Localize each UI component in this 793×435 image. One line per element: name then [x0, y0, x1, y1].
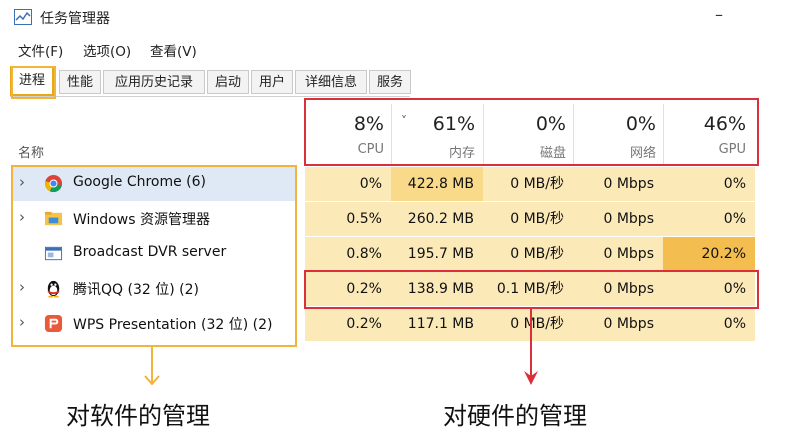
column-name-header[interactable]: 名称	[18, 142, 44, 161]
software-management-caption: 对软件的管理	[66, 402, 210, 430]
menu-view[interactable]: 查看(V)	[150, 40, 197, 60]
network-cell: 0 Mbps	[573, 307, 663, 341]
memory-cell: 117.1 MB	[391, 307, 483, 341]
tab-startup[interactable]: 启动	[207, 70, 249, 94]
title-bar: 任务管理器 –	[0, 0, 793, 36]
qq-row-highlight	[304, 270, 759, 309]
menu-file[interactable]: 文件(F)	[18, 40, 63, 60]
task-manager-icon	[14, 9, 32, 25]
memory-cell: 195.7 MB	[391, 237, 483, 271]
tab-services[interactable]: 服务	[369, 70, 411, 94]
hardware-management-caption: 对硬件的管理	[443, 402, 587, 430]
gpu-cell: 0%	[663, 307, 755, 341]
tab-bar: 进程 性能 应用历史记录 启动 用户 详细信息 服务	[10, 66, 411, 96]
minimize-button[interactable]: –	[708, 2, 730, 28]
software-list-highlight	[11, 165, 297, 347]
memory-cell: 422.8 MB	[391, 167, 483, 201]
disk-cell: 0 MB/秒	[483, 202, 573, 236]
network-cell: 0 Mbps	[573, 202, 663, 236]
cpu-cell: 0.2%	[305, 307, 391, 341]
gpu-cell: 0%	[663, 202, 755, 236]
tab-details[interactable]: 详细信息	[295, 70, 367, 94]
software-arrow	[144, 347, 160, 386]
disk-cell: 0 MB/秒	[483, 237, 573, 271]
hardware-arrow	[524, 309, 538, 385]
cpu-cell: 0.5%	[305, 202, 391, 236]
tab-divider	[10, 96, 410, 97]
processes-tab-highlight	[11, 66, 56, 99]
hardware-columns-highlight	[304, 98, 759, 166]
network-cell: 0 Mbps	[573, 237, 663, 271]
disk-cell: 0 MB/秒	[483, 167, 573, 201]
tab-performance[interactable]: 性能	[59, 70, 101, 94]
window-title: 任务管理器	[40, 11, 110, 27]
network-cell: 0 Mbps	[573, 167, 663, 201]
tab-users[interactable]: 用户	[251, 70, 293, 94]
tab-app-history[interactable]: 应用历史记录	[103, 70, 205, 94]
gpu-cell: 20.2%	[663, 237, 755, 271]
cpu-cell: 0.8%	[305, 237, 391, 271]
menu-options[interactable]: 选项(O)	[83, 40, 131, 60]
memory-cell: 260.2 MB	[391, 202, 483, 236]
gpu-cell: 0%	[663, 167, 755, 201]
cpu-cell: 0%	[305, 167, 391, 201]
